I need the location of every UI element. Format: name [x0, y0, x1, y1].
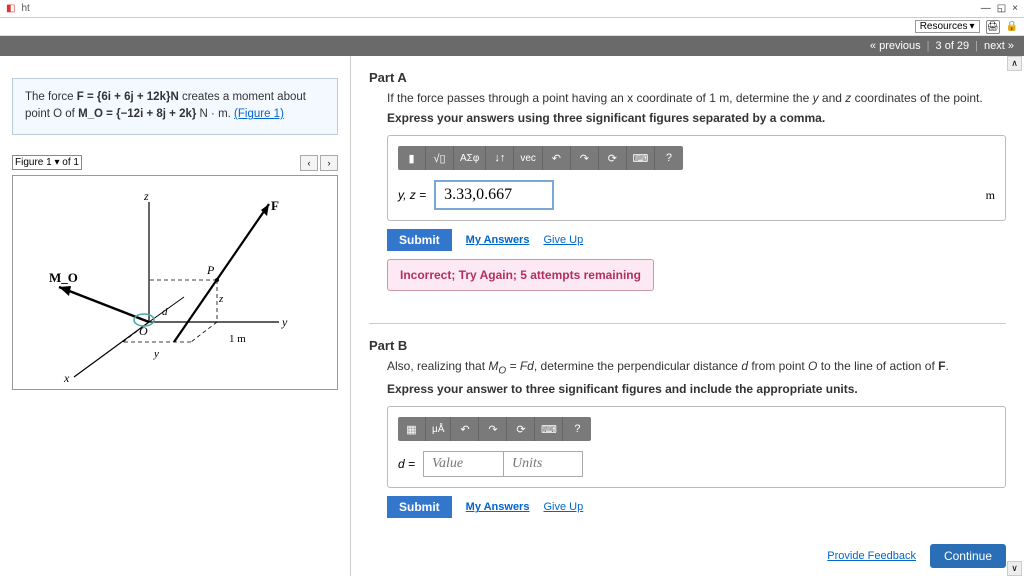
- part-a-answer-input[interactable]: [434, 180, 554, 210]
- print-icon[interactable]: 🖨: [986, 20, 1000, 34]
- tb-help-icon[interactable]: ?: [563, 417, 591, 441]
- part-a-unit: m: [986, 188, 995, 203]
- chevron-down-icon: ▾: [970, 21, 975, 32]
- tb-reset-icon[interactable]: ⟳: [599, 146, 627, 170]
- lock-icon: 🔒: [1006, 21, 1018, 32]
- part-a-feedback: Incorrect; Try Again; 5 attempts remaini…: [387, 259, 654, 291]
- problem-statement: The force F = {6i + 6j + 12k}N creates a…: [12, 78, 338, 135]
- part-a-my-answers-link[interactable]: My Answers: [466, 234, 530, 246]
- svg-text:d: d: [162, 306, 168, 318]
- part-b-title: Part B: [369, 338, 1006, 353]
- part-a-desc: If the force passes through a point havi…: [369, 91, 1006, 105]
- svg-text:z: z: [143, 189, 149, 203]
- tab-title: ht: [21, 3, 29, 14]
- app-toolbar: Resources▾ 🖨 🔒: [0, 18, 1024, 36]
- part-a-answer-box: ▮ √▯ ΑΣφ ↓↑ vec ↶ ↷ ⟳ ⌨ ? y, z = m: [387, 135, 1006, 221]
- figure-canvas: z y x M_O F P z: [12, 175, 338, 390]
- svg-text:z: z: [218, 293, 224, 305]
- nav-position: 3 of 29: [936, 40, 970, 52]
- part-b-submit-button[interactable]: Submit: [387, 496, 452, 518]
- svg-text:y: y: [281, 315, 288, 329]
- resources-dropdown[interactable]: Resources▾: [915, 20, 980, 33]
- tb-subscript-icon[interactable]: ↓↑: [486, 146, 514, 170]
- part-a-instruction: Express your answers using three signifi…: [369, 111, 1006, 125]
- part-b-var-label: d =: [398, 457, 415, 471]
- nav-previous[interactable]: « previous: [870, 40, 921, 52]
- part-b-answer-box: ▦ μÅ ↶ ↷ ⟳ ⌨ ? d =: [387, 406, 1006, 488]
- tb-root-icon[interactable]: √▯: [426, 146, 454, 170]
- continue-button[interactable]: Continue: [930, 544, 1006, 568]
- tb-template-icon[interactable]: ▮: [398, 146, 426, 170]
- svg-text:F: F: [271, 198, 279, 213]
- part-b-desc: Also, realizing that MO = Fd, determine …: [369, 359, 1006, 376]
- figure-link[interactable]: (Figure 1): [234, 108, 284, 120]
- figure-section: Figure 1 ▾ of 1 ‹ › z y x M_O: [12, 155, 338, 390]
- part-b-give-up-link[interactable]: Give Up: [543, 501, 583, 513]
- part-b-units-input[interactable]: [503, 451, 583, 477]
- figure-next-button[interactable]: ›: [320, 155, 338, 171]
- tb-template-icon[interactable]: ▦: [398, 417, 426, 441]
- svg-text:1 m: 1 m: [229, 333, 246, 345]
- tb-undo-icon[interactable]: ↶: [543, 146, 571, 170]
- answer-area: ∧ Part A If the force passes through a p…: [350, 56, 1024, 576]
- part-a-toolbar: ▮ √▯ ΑΣφ ↓↑ vec ↶ ↷ ⟳ ⌨ ?: [398, 146, 683, 170]
- tb-units-icon[interactable]: μÅ: [426, 417, 451, 441]
- part-a-var-label: y, z =: [398, 188, 426, 202]
- provide-feedback-link[interactable]: Provide Feedback: [827, 550, 916, 562]
- figure-selector[interactable]: Figure 1 ▾ of 1: [12, 155, 82, 170]
- window-maximize[interactable]: ◱: [997, 3, 1006, 14]
- window-close[interactable]: ×: [1012, 3, 1018, 14]
- question-nav: « previous | 3 of 29 | next »: [0, 36, 1024, 56]
- part-b-my-answers-link[interactable]: My Answers: [466, 501, 530, 513]
- window-minimize[interactable]: —: [981, 3, 991, 14]
- tb-redo-icon[interactable]: ↷: [479, 417, 507, 441]
- browser-topbar: ◧ht — ◱ ×: [0, 0, 1024, 18]
- part-b-value-input[interactable]: [423, 451, 503, 477]
- svg-text:y: y: [153, 348, 159, 360]
- figure-prev-button[interactable]: ‹: [300, 155, 318, 171]
- tb-redo-icon[interactable]: ↷: [571, 146, 599, 170]
- tb-keyboard-icon[interactable]: ⌨: [535, 417, 563, 441]
- tb-help-icon[interactable]: ?: [655, 146, 683, 170]
- tb-undo-icon[interactable]: ↶: [451, 417, 479, 441]
- svg-text:P: P: [206, 263, 215, 277]
- scroll-down-button[interactable]: ∨: [1007, 561, 1022, 576]
- tb-vec-icon[interactable]: vec: [514, 146, 543, 170]
- svg-text:M_O: M_O: [49, 270, 78, 285]
- scroll-up-button[interactable]: ∧: [1007, 56, 1022, 71]
- tb-keyboard-icon[interactable]: ⌨: [627, 146, 655, 170]
- tb-reset-icon[interactable]: ⟳: [507, 417, 535, 441]
- tb-greek-icon[interactable]: ΑΣφ: [454, 146, 486, 170]
- part-b-toolbar: ▦ μÅ ↶ ↷ ⟳ ⌨ ?: [398, 417, 591, 441]
- part-a-title: Part A: [369, 70, 1006, 85]
- part-a-submit-button[interactable]: Submit: [387, 229, 452, 251]
- nav-next[interactable]: next »: [984, 40, 1014, 52]
- part-a-give-up-link[interactable]: Give Up: [543, 234, 583, 246]
- svg-text:x: x: [63, 371, 70, 382]
- part-b-instruction: Express your answer to three significant…: [369, 382, 1006, 396]
